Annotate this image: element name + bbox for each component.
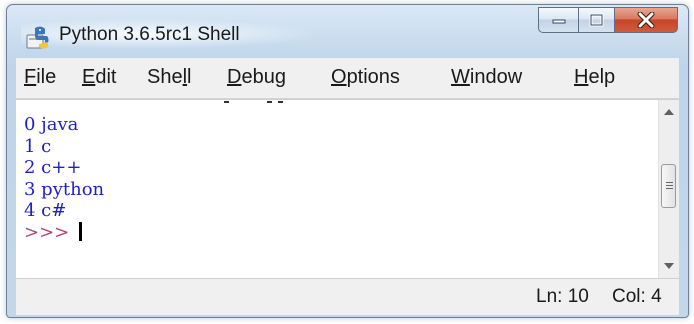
maximize-icon xyxy=(589,13,603,27)
shell-output-area[interactable]: 0 java 1 c 2 c++ 3 python 4 c# >>> xyxy=(16,99,679,278)
minimize-button[interactable] xyxy=(538,7,578,33)
menu-shell[interactable]: Shell xyxy=(147,66,192,89)
clipped-text-fragments xyxy=(16,99,316,105)
scroll-down-arrow[interactable] xyxy=(659,256,679,276)
menu-help[interactable]: Help xyxy=(574,66,615,89)
menu-window-label: indow xyxy=(469,66,523,88)
menu-file[interactable]: File xyxy=(24,66,56,89)
python-idle-icon[interactable] xyxy=(25,25,51,51)
text-cursor xyxy=(79,221,83,241)
menu-options-label: ptions xyxy=(346,66,400,88)
shell-prompt: >>> xyxy=(24,221,70,243)
arrow-up-icon xyxy=(664,109,674,115)
window-controls xyxy=(538,7,678,33)
menu-help-label: elp xyxy=(588,66,616,88)
menu-shell-label-b: l xyxy=(187,66,192,88)
title-bar[interactable]: Python 3.6.5rc1 Shell xyxy=(7,5,688,51)
menu-file-label: ile xyxy=(36,66,57,88)
idle-shell-window: Python 3.6.5rc1 Shell File Edit Shell De… xyxy=(6,4,689,318)
menu-bar: File Edit Shell Debug Options Window Hel… xyxy=(16,58,679,99)
menu-edit[interactable]: Edit xyxy=(82,66,116,89)
vertical-scrollbar[interactable] xyxy=(658,100,679,278)
menu-options-mnemonic: O xyxy=(331,66,347,88)
prompt-line[interactable]: >>> xyxy=(24,221,104,244)
clipped-mark xyxy=(267,101,272,103)
grip-line xyxy=(666,188,673,189)
menu-window[interactable]: Window xyxy=(451,66,522,89)
scroll-up-arrow[interactable] xyxy=(659,102,679,122)
output-line: 4 c# xyxy=(24,200,67,221)
status-line-number: Ln: 10 xyxy=(536,286,589,307)
menu-file-mnemonic: F xyxy=(24,66,37,88)
menu-shell-label-a: She xyxy=(147,66,183,88)
maximize-button[interactable] xyxy=(578,7,614,33)
grip-line xyxy=(666,185,673,186)
menu-edit-mnemonic: E xyxy=(82,66,96,88)
clipped-mark xyxy=(224,101,229,103)
menu-debug[interactable]: Debug xyxy=(227,66,286,89)
clipped-mark xyxy=(278,101,283,103)
menu-help-mnemonic: H xyxy=(574,66,589,88)
output-line: 0 java xyxy=(24,114,79,135)
close-icon xyxy=(637,12,655,28)
scrollbar-thumb[interactable] xyxy=(661,164,676,208)
shell-text: 0 java 1 c 2 c++ 3 python 4 c# >>> xyxy=(24,114,104,243)
close-button[interactable] xyxy=(614,7,678,33)
arrow-down-icon xyxy=(664,263,674,269)
menu-debug-mnemonic: D xyxy=(227,66,242,88)
output-line: 2 c++ xyxy=(24,157,82,178)
output-line: 3 python xyxy=(24,178,105,200)
menu-edit-label: dit xyxy=(95,66,117,88)
minimize-icon xyxy=(552,19,565,24)
menu-window-mnemonic: W xyxy=(451,66,470,88)
grip-line xyxy=(666,182,673,183)
status-bar: Ln: 10 Col: 4 xyxy=(16,278,679,315)
menu-debug-label: ebug xyxy=(241,66,286,88)
status-column-number: Col: 4 xyxy=(612,286,662,307)
output-line: 1 c xyxy=(24,135,52,157)
menu-options[interactable]: Options xyxy=(331,66,400,89)
window-title: Python 3.6.5rc1 Shell xyxy=(59,24,240,45)
